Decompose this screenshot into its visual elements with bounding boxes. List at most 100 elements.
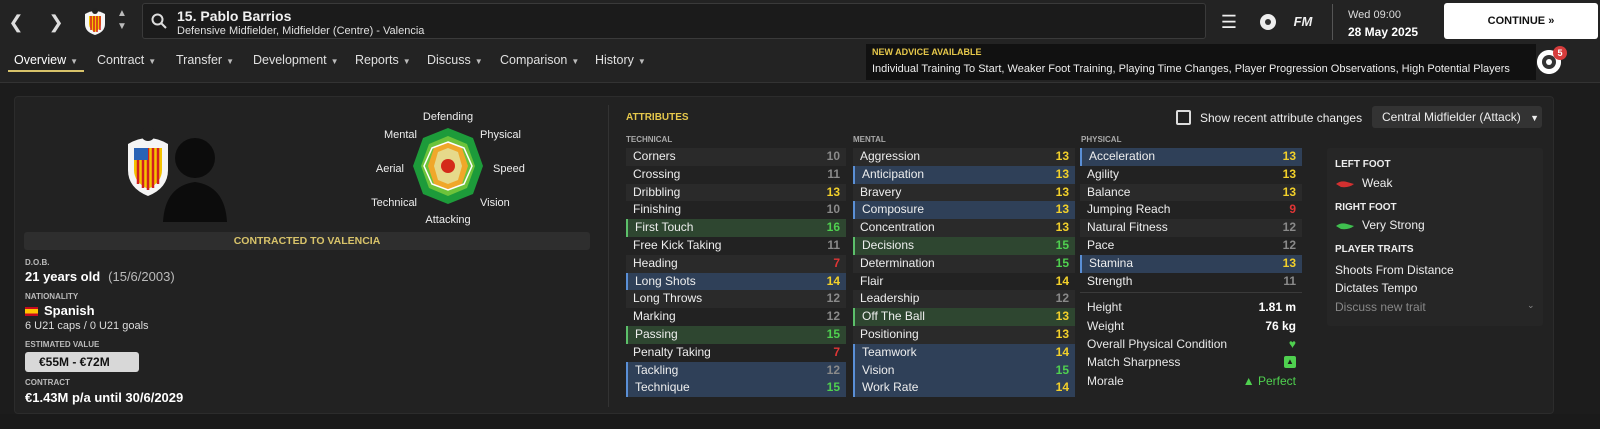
fm-logo-icon[interactable]: FM <box>1292 11 1314 33</box>
attribute-row[interactable]: Finishing 10 <box>626 201 846 219</box>
player-silhouette <box>163 138 227 222</box>
attribute-row[interactable]: First Touch 16 <box>626 219 846 237</box>
attribute-value: 11 <box>827 166 840 181</box>
top-bar: ❮ ❯ ▲ ▼ 15. Pablo Barrios Defensive Midfi… <box>0 0 1600 45</box>
attribute-row[interactable]: Jumping Reach 9 <box>1080 201 1302 219</box>
attribute-row[interactable]: Long Throws 12 <box>626 290 846 309</box>
attribute-row[interactable]: Strength 11 <box>1080 273 1302 291</box>
player-traits-label: PLAYER TRAITS <box>1335 244 1414 255</box>
estimated-value[interactable]: €55M - €72M <box>25 352 139 372</box>
nationality-label: NATIONALITY <box>25 292 79 301</box>
attribute-row[interactable]: Corners 10 <box>626 148 846 166</box>
continue-button[interactable]: CONTINUE » <box>1444 3 1598 39</box>
nationality-value[interactable]: Spanish <box>25 303 95 318</box>
attribute-row[interactable]: Vision 15 <box>853 361 1075 380</box>
attribute-value: 7 <box>833 344 840 359</box>
tab-discuss[interactable]: Discuss ▼ <box>427 53 483 67</box>
attribute-name: Balance <box>1087 184 1131 199</box>
attribute-row[interactable]: Teamwork 14 <box>853 343 1075 362</box>
morale-row: Morale ▲ Perfect <box>1087 374 1296 388</box>
up-down-icon[interactable]: ▲ ▼ <box>115 7 129 37</box>
attribute-row[interactable]: Balance 13 <box>1080 183 1302 202</box>
attribute-name: Crossing <box>633 166 681 181</box>
tab-comparison[interactable]: Comparison ▼ <box>500 53 579 67</box>
attribute-name: Free Kick Taking <box>633 237 722 252</box>
radar-label-physical: Physical <box>480 129 521 141</box>
attribute-row[interactable]: Concentration 13 <box>853 219 1075 237</box>
spain-flag-icon <box>25 307 38 317</box>
attribute-row[interactable]: Work Rate 14 <box>853 379 1075 398</box>
height-row: Height 1.81 m <box>1087 300 1296 314</box>
attribute-row[interactable]: Pace 12 <box>1080 237 1302 255</box>
sharpness-icon: ▲ <box>1284 356 1296 368</box>
attribute-row[interactable]: Natural Fitness 12 <box>1080 219 1302 237</box>
date-day: Wed 09:00 <box>1348 9 1402 21</box>
attribute-row[interactable]: Marking 12 <box>626 308 846 326</box>
active-tab-indicator <box>8 70 84 72</box>
tab-history[interactable]: History ▼ <box>595 53 646 67</box>
attribute-radar-chart: Defending Physical Speed Vision Attackin… <box>371 111 525 226</box>
attribute-value: 13 <box>1055 166 1069 181</box>
advice-banner[interactable]: NEW ADVICE AVAILABLE Individual Training… <box>866 44 1536 80</box>
discuss-trait-select[interactable]: Discuss new trait ⌄ <box>1335 300 1535 314</box>
attribute-row[interactable]: Agility 13 <box>1080 166 1302 184</box>
show-changes-label[interactable]: Show recent attribute changes <box>1200 111 1362 125</box>
attribute-name: Off The Ball <box>862 309 925 324</box>
tab-development[interactable]: Development ▼ <box>253 53 339 67</box>
left-foot-value: Weak <box>1362 176 1393 190</box>
attribute-row[interactable]: Positioning 13 <box>853 325 1075 344</box>
attribute-row[interactable]: Composure 13 <box>853 201 1075 220</box>
attribute-name: Pace <box>1087 237 1115 252</box>
attribute-value: 13 <box>1055 184 1069 199</box>
chevron-down-icon: ▼ <box>637 57 646 66</box>
attribute-row[interactable]: Heading 7 <box>626 254 846 273</box>
attribute-value: 9 <box>1289 202 1296 217</box>
attribute-row[interactable]: Leadership 12 <box>853 290 1075 309</box>
menu-icon[interactable]: ☰ <box>1218 11 1240 33</box>
club-crest-icon[interactable] <box>82 6 108 36</box>
attribute-name: Marking <box>633 309 676 324</box>
attribute-value: 14 <box>1055 273 1069 288</box>
attribute-row[interactable]: Technique 15 <box>626 379 846 398</box>
attribute-row[interactable]: Crossing 11 <box>626 166 846 184</box>
attribute-row[interactable]: Long Shots 14 <box>626 272 846 291</box>
attribute-name: Agility <box>1087 166 1120 181</box>
football-icon[interactable] <box>1257 11 1279 33</box>
dob-label: D.O.B. <box>25 258 50 267</box>
tab-contract[interactable]: Contract ▼ <box>97 53 156 67</box>
attribute-row[interactable]: Stamina 13 <box>1080 254 1302 273</box>
tab-overview[interactable]: Overview ▼ <box>14 53 78 67</box>
attribute-row[interactable]: Tackling 12 <box>626 361 846 380</box>
bottom-strip <box>0 414 1600 429</box>
attribute-row[interactable]: Free Kick Taking 11 <box>626 237 846 255</box>
attribute-row[interactable]: Anticipation 13 <box>853 165 1075 184</box>
attribute-row[interactable]: Penalty Taking 7 <box>626 344 846 362</box>
tab-transfer[interactable]: Transfer ▼ <box>176 53 234 67</box>
attribute-row[interactable]: Determination 15 <box>853 254 1075 273</box>
attribute-name: Tackling <box>635 362 679 377</box>
chevron-down-icon: ▼ <box>148 57 157 66</box>
search-box[interactable]: 15. Pablo Barrios Defensive Midfielder, … <box>142 3 1206 39</box>
attribute-row[interactable]: Decisions 15 <box>853 236 1075 255</box>
show-changes-checkbox[interactable] <box>1176 110 1191 125</box>
attribute-row[interactable]: Aggression 13 <box>853 148 1075 166</box>
condition-row: Overall Physical Condition ♥ <box>1087 337 1296 351</box>
value-label: ESTIMATED VALUE <box>25 340 100 349</box>
role-select[interactable]: Central Midfielder (Attack) ▼ <box>1372 106 1542 128</box>
search-icon[interactable] <box>151 13 167 29</box>
forward-arrow-icon[interactable]: ❯ <box>44 8 68 36</box>
tab-reports[interactable]: Reports ▼ <box>355 53 411 67</box>
attribute-row[interactable]: Flair 14 <box>853 273 1075 291</box>
chevron-down-icon: ▼ <box>1530 113 1539 123</box>
attribute-row[interactable]: Dribbling 13 <box>626 183 846 202</box>
attribute-row[interactable]: Passing 15 <box>626 325 846 344</box>
back-arrow-icon[interactable]: ❮ <box>4 8 28 36</box>
attribute-value: 10 <box>826 202 840 217</box>
attribute-row[interactable]: Bravery 13 <box>853 183 1075 202</box>
attribute-row[interactable]: Acceleration 13 <box>1080 148 1302 166</box>
left-foot-label: LEFT FOOT <box>1335 159 1391 170</box>
technical-header: TECHNICAL <box>626 135 673 144</box>
morale-up-icon: ▲ <box>1242 374 1255 388</box>
attribute-row[interactable]: Off The Ball 13 <box>853 308 1075 326</box>
attribute-value: 15 <box>1055 362 1069 377</box>
